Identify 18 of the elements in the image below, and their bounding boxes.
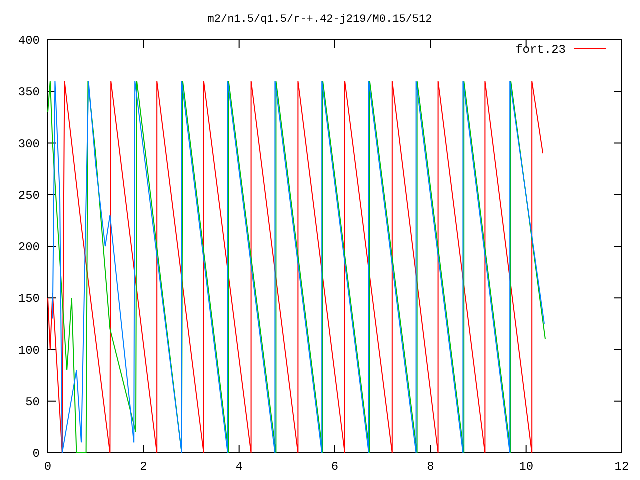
y-tick-label: 400 bbox=[18, 34, 40, 48]
chart-title: m2/n1.5/q1.5/r-+.42-j219/M0.15/512 bbox=[208, 14, 432, 26]
y-tick-label: 50 bbox=[26, 395, 40, 410]
x-tick-label: 2 bbox=[140, 460, 148, 474]
y-tick-label: 350 bbox=[18, 86, 40, 100]
y-tick-label: 0 bbox=[32, 447, 40, 461]
y-tick-label: 150 bbox=[18, 292, 40, 306]
x-tick-label: 4 bbox=[236, 460, 243, 474]
x-tick-label: 8 bbox=[427, 460, 434, 474]
x-tick-label: 10 bbox=[519, 460, 534, 474]
x-tick-label: 6 bbox=[331, 460, 339, 474]
y-tick-label: 300 bbox=[18, 137, 40, 152]
legend-label: fort.23 bbox=[516, 43, 566, 57]
y-tick-label: 250 bbox=[18, 188, 40, 203]
x-tick-label: 0 bbox=[44, 460, 52, 474]
x-tick-label: 12 bbox=[614, 460, 630, 474]
y-tick-label: 100 bbox=[18, 344, 40, 358]
y-tick-label: 200 bbox=[18, 240, 40, 254]
